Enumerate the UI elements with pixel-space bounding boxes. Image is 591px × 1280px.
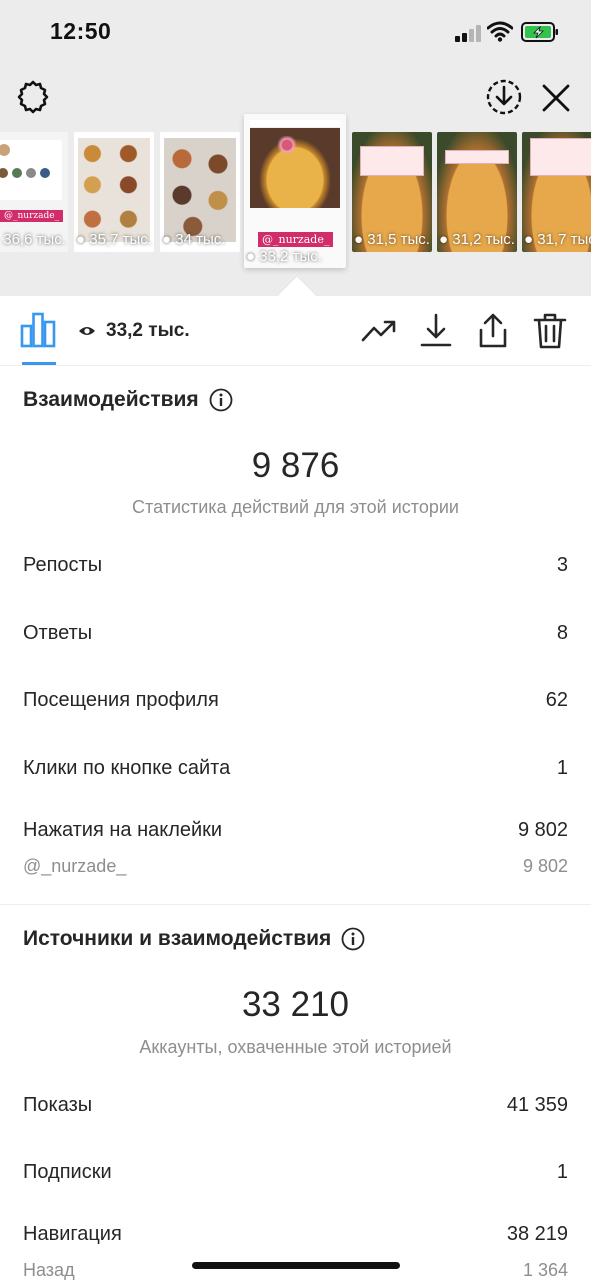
metric-value: 9 802: [517, 819, 568, 841]
metric-value: 8: [556, 622, 568, 644]
metric-label: Нажатия на наклейки: [23, 819, 223, 841]
section-divider: [0, 904, 591, 905]
close-icon[interactable]: [538, 80, 574, 116]
insights-bar-chart-icon[interactable]: [18, 310, 58, 350]
interactions-title-text: Взаимодействия: [23, 388, 199, 411]
metric-label: Показы: [23, 1094, 93, 1116]
metric-label: Ответы: [23, 622, 93, 644]
interactions-section-title: Взаимодействия: [23, 388, 233, 412]
story-thumbnail[interactable]: ● 34 тыс.: [160, 132, 240, 252]
discovery-section-title: Источники и взаимодействия: [23, 927, 365, 951]
thumbnail-sticker: @_nurzade_: [258, 232, 334, 247]
story-viewer-area: 12:50 @_nurzade_ 36,6 тыс. ● 35,7 тыс. ●…: [0, 0, 591, 296]
story-thumbnails-strip: @_nurzade_ ● 36,6 тыс. ● 35,7 тыс. ● 34 …: [0, 114, 591, 270]
metric-row-profile-visits: Посещения профиля 62: [23, 689, 568, 712]
metric-value: 1: [556, 1161, 568, 1183]
story-thumbnail[interactable]: ● 31,2 тыс.: [437, 132, 517, 252]
metric-label: Клики по кнопке сайта: [23, 757, 231, 779]
battery-charging-icon: [521, 22, 558, 42]
story-view-count: 33,2 тыс.: [78, 320, 190, 342]
download-circle-icon[interactable]: [485, 78, 523, 116]
metric-row-reposts: Репосты 3: [23, 554, 568, 577]
thumbnail-views: ● 33,2 тыс.: [246, 248, 322, 265]
metric-row-impressions: Показы 41 359: [23, 1094, 568, 1117]
status-time: 12:50: [50, 18, 112, 44]
trash-icon[interactable]: [531, 312, 569, 350]
metric-row-replies: Ответы 8: [23, 622, 568, 645]
metric-row-sticker-taps: Нажатия на наклейки 9 802: [23, 819, 568, 842]
eye-icon: ●: [439, 231, 449, 248]
thumbnail-views: ● 31,7 тыс.: [524, 231, 591, 248]
metric-value: 62: [545, 689, 568, 711]
metric-label: Навигация: [23, 1223, 122, 1245]
thumbnail-views: ● 36,6 тыс.: [0, 231, 66, 248]
thumbnail-caption: [445, 150, 509, 164]
metric-label: Назад: [23, 1260, 75, 1280]
metric-label: @_nurzade_: [23, 856, 127, 876]
metric-value: 1 364: [522, 1260, 568, 1280]
view-count-value: 33,2 тыс.: [106, 320, 190, 341]
cellular-signal-icon: [455, 24, 483, 42]
metric-row-navigation: Навигация 38 219: [23, 1223, 568, 1246]
info-icon[interactable]: [341, 927, 365, 951]
eye-icon: ●: [76, 231, 86, 248]
story-thumbnail[interactable]: ● 31,7 тыс.: [522, 132, 591, 252]
story-thumbnail-selected[interactable]: @_nurzade_ ● 33,2 тыс.: [244, 114, 346, 268]
interactions-subtitle: Статистика действий для этой истории: [132, 497, 459, 517]
thumbnail-caption: [360, 146, 424, 176]
thumbnail-views-value: 35,7 тыс.: [89, 231, 152, 248]
thumbnail-views-value: 36,6 тыс.: [3, 231, 66, 248]
story-thumbnail[interactable]: @_nurzade_ ● 36,6 тыс.: [0, 132, 68, 252]
story-thumbnail[interactable]: ● 35,7 тыс.: [74, 132, 154, 252]
metric-label: Подписки: [23, 1161, 112, 1183]
download-icon[interactable]: [417, 312, 455, 350]
story-thumbnail[interactable]: ● 31,5 тыс.: [352, 132, 432, 252]
active-tab-indicator: [22, 362, 56, 365]
metric-row-follows: Подписки 1: [23, 1161, 568, 1184]
thumbnail-views: ● 31,2 тыс.: [439, 231, 515, 248]
metric-value: 1: [556, 757, 568, 779]
thumbnail-views-value: 34 тыс.: [175, 231, 226, 248]
discovery-subtitle: Аккаунты, охваченные этой историей: [139, 1037, 452, 1057]
thumbnail-views-value: 31,2 тыс.: [452, 231, 515, 248]
wifi-icon: [487, 21, 513, 42]
thumbnail-sticker: @_nurzade_: [0, 210, 64, 222]
thumbnail-views-value: 31,5 тыс.: [367, 231, 430, 248]
metric-subrow-sticker: @_nurzade_ 9 802: [23, 856, 568, 877]
eye-icon: ●: [162, 231, 172, 248]
eye-icon: [79, 327, 95, 335]
home-indicator[interactable]: [192, 1262, 400, 1269]
interactions-total: 9 876: [251, 446, 340, 485]
thumbnail-caption: [530, 138, 591, 176]
discovery-title-text: Источники и взаимодействия: [23, 927, 332, 950]
trend-arrow-icon[interactable]: [360, 312, 398, 350]
thumbnail-views-value: 33,2 тыс.: [259, 248, 322, 265]
thumbnail-views-value: 31,7 тыс.: [537, 231, 591, 248]
metric-value: 9 802: [522, 856, 568, 876]
metric-value: 3: [556, 554, 568, 576]
thumbnail-views: ● 35,7 тыс.: [76, 231, 152, 248]
metric-value: 41 359: [506, 1094, 568, 1116]
share-icon[interactable]: [474, 312, 512, 350]
info-icon[interactable]: [209, 388, 233, 412]
status-bar: 12:50: [0, 0, 591, 64]
eye-icon: ●: [246, 248, 256, 265]
eye-icon: ●: [524, 231, 534, 248]
metric-label: Репосты: [23, 554, 103, 576]
discovery-total: 33 210: [241, 985, 350, 1024]
metric-value: 38 219: [506, 1223, 568, 1245]
metric-label: Посещения профиля: [23, 689, 219, 711]
eye-icon: ●: [354, 231, 364, 248]
settings-gear-icon[interactable]: [14, 78, 52, 116]
insights-toolbar: 33,2 тыс.: [0, 296, 591, 366]
thumbnail-views: ● 34 тыс.: [162, 231, 225, 248]
metric-row-website-clicks: Клики по кнопке сайта 1: [23, 757, 568, 780]
thumbnail-views: ● 31,5 тыс.: [354, 231, 430, 248]
